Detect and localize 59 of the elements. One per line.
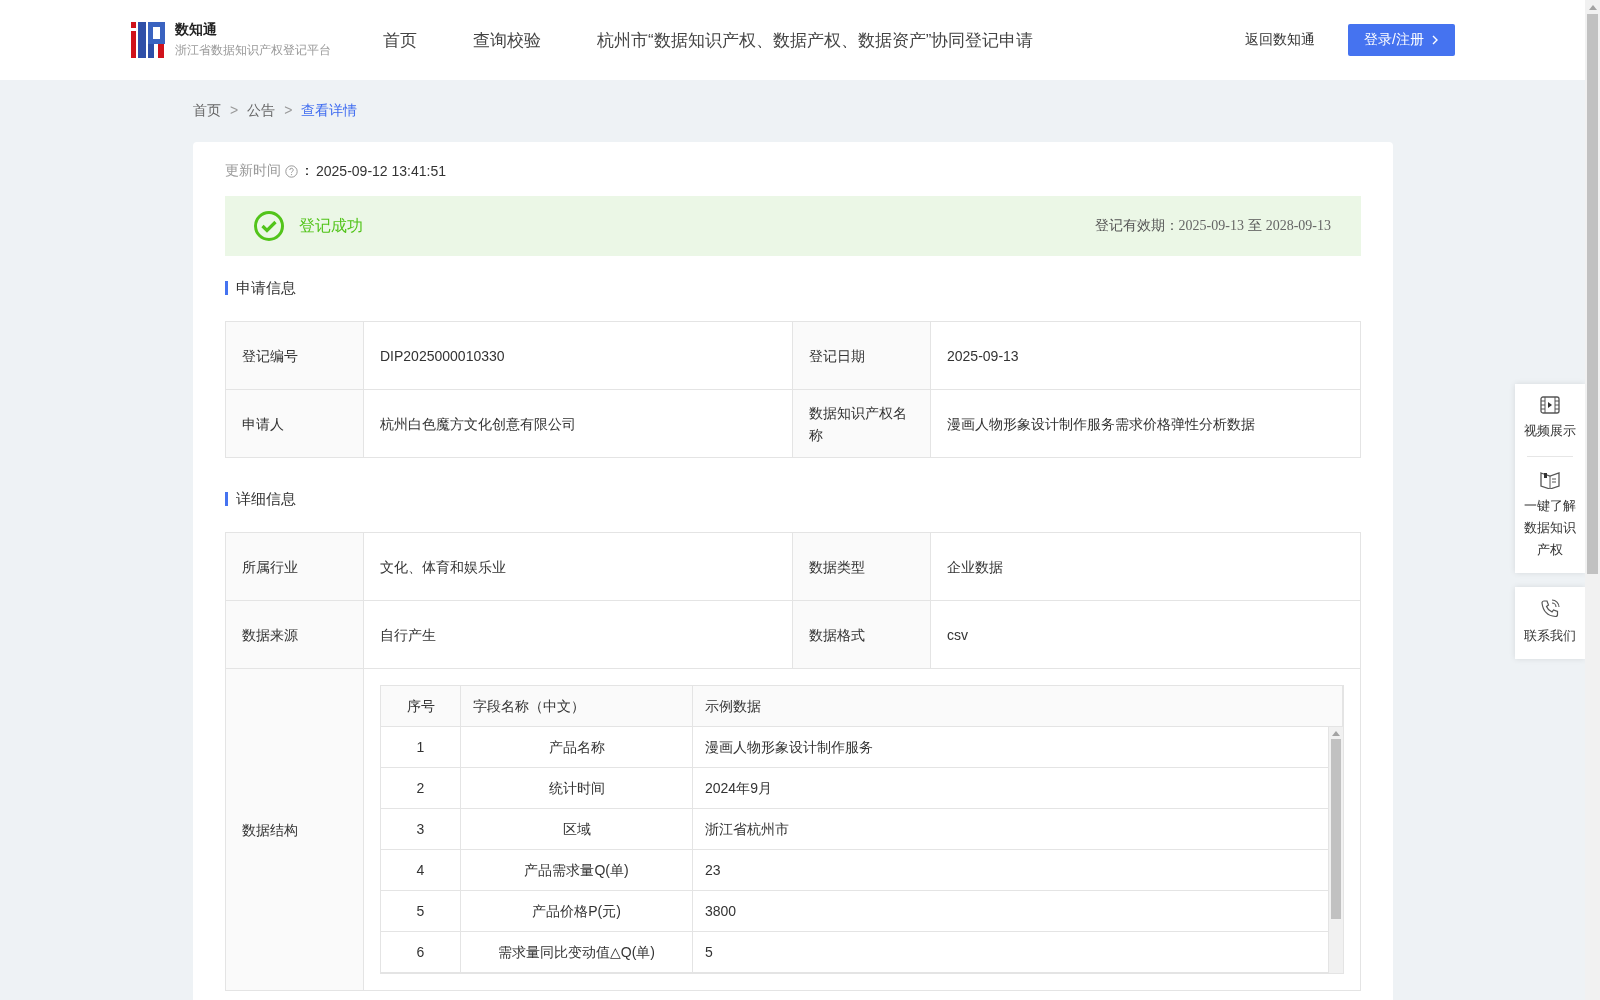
field-value: 漫画人物形象设计制作服务需求价格弹性分析数据 bbox=[931, 390, 1361, 458]
update-time: 2025-09-12 13:41:51 bbox=[316, 163, 446, 179]
table-cell: 需求量同比变动值△Q(单) bbox=[461, 932, 693, 972]
phone-icon bbox=[1540, 599, 1560, 619]
brand-name: 数知通 bbox=[175, 21, 218, 39]
update-label: 更新时间 bbox=[225, 162, 281, 180]
table-cell: 4 bbox=[381, 850, 461, 890]
field-label: 数据知识产权名称 bbox=[793, 390, 931, 458]
column-header: 示例数据 bbox=[693, 686, 1343, 726]
field-label: 数据类型 bbox=[793, 533, 931, 601]
table-cell: 产品价格P(元) bbox=[461, 891, 693, 931]
section-title: 详细信息 bbox=[225, 492, 1361, 506]
table-cell: 3 bbox=[381, 809, 461, 849]
field-label: 数据来源 bbox=[226, 601, 364, 669]
breadcrumb-separator: > bbox=[284, 102, 293, 120]
breadcrumb-link[interactable]: 查看详情 bbox=[301, 102, 358, 120]
logo-icon bbox=[131, 22, 165, 58]
table-cell: 1 bbox=[381, 727, 461, 767]
scrollbar[interactable] bbox=[1585, 0, 1600, 1000]
table-cell: 2 bbox=[381, 768, 461, 808]
field-label: 登记编号 bbox=[226, 322, 364, 390]
status-text: 登记成功 bbox=[299, 215, 364, 236]
validity-period: 登记有效期：2025-09-13 至 2028-09-13 bbox=[1094, 217, 1331, 235]
field-value: csv bbox=[931, 601, 1361, 669]
field-label: 数据结构 bbox=[226, 669, 364, 991]
field-label: 登记日期 bbox=[793, 322, 931, 390]
table-cell: 5 bbox=[381, 891, 461, 931]
float-link[interactable]: 联系我们 bbox=[1522, 625, 1578, 647]
float-link[interactable]: 一键了解数据知识产权 bbox=[1522, 495, 1578, 561]
login-button[interactable]: 登录/注册 bbox=[1348, 24, 1455, 56]
breadcrumb-link[interactable]: 公告 bbox=[247, 102, 276, 120]
table-cell: 6 bbox=[381, 932, 461, 972]
back-link[interactable]: 返回数知通 bbox=[1245, 31, 1316, 49]
column-header: 字段名称（中文） bbox=[461, 686, 693, 726]
breadcrumb-separator: > bbox=[230, 102, 239, 120]
nav-link[interactable]: 杭州市“数据知识产权、数据产权、数据资产”协同登记申请 bbox=[597, 28, 1034, 52]
field-label: 申请人 bbox=[226, 390, 364, 458]
table-cell: 产品名称 bbox=[461, 727, 693, 767]
chevron-icon bbox=[1432, 35, 1439, 45]
column-header: 序号 bbox=[381, 686, 461, 726]
float-link[interactable]: 视频展示 bbox=[1522, 420, 1578, 442]
nav-link[interactable]: 首页 bbox=[383, 28, 417, 52]
field-label: 所属行业 bbox=[226, 533, 364, 601]
colon: ： bbox=[300, 162, 314, 180]
field-value: 企业数据 bbox=[931, 533, 1361, 601]
table-cell: 统计时间 bbox=[461, 768, 693, 808]
brand-subtitle: 浙江省数据知识产权登记平台 bbox=[175, 42, 331, 59]
field-label: 数据格式 bbox=[793, 601, 931, 669]
breadcrumb-link[interactable]: 首页 bbox=[193, 102, 221, 120]
check-circle-icon bbox=[253, 210, 285, 242]
help-icon[interactable] bbox=[285, 164, 298, 178]
film-icon bbox=[1540, 396, 1560, 414]
scrollbar[interactable] bbox=[1329, 727, 1343, 973]
nav-link[interactable]: 查询校验 bbox=[473, 28, 541, 52]
section-title: 申请信息 bbox=[225, 281, 1361, 295]
table-cell: 产品需求量Q(单) bbox=[461, 850, 693, 890]
field-value: 2025-09-13 bbox=[931, 322, 1361, 390]
book-icon bbox=[1540, 471, 1560, 489]
table-cell: 区域 bbox=[461, 809, 693, 849]
